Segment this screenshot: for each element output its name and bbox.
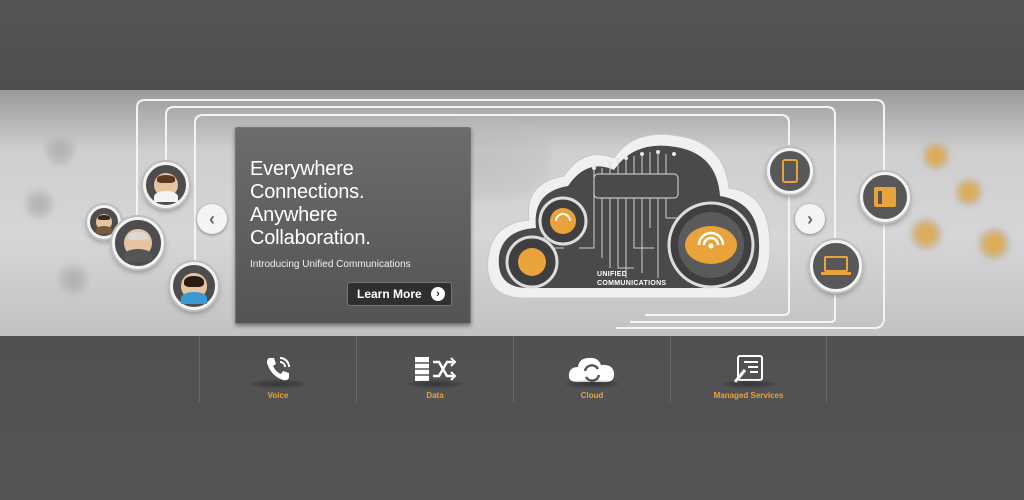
avatar-man-glasses [143,162,189,208]
chevron-right-icon: › [807,208,813,229]
service-data[interactable]: Data [356,336,513,402]
laptop-icon [821,256,851,275]
data-shuffle-icon [408,350,462,388]
hero-banner: ‹ › Everywhere Connections. Anywhere Col… [0,90,1024,336]
managed-services-icon [721,350,776,388]
carousel-next-button[interactable]: › [795,204,825,234]
arrow-right-icon: › [431,287,445,301]
blurred-device [922,142,950,170]
blurred-avatar [25,190,53,218]
blurred-avatar [58,265,88,295]
smartphone-icon [782,159,798,183]
carousel-prev-button[interactable]: ‹ [197,204,227,234]
laptop-node [810,240,862,292]
desk-phone-node [860,172,910,222]
cloud-label: UNIFIED COMMUNICATIONS [597,271,667,287]
chevron-left-icon: ‹ [209,208,215,229]
top-band [0,0,1024,90]
services-nav: Voice Data Cloud Managed Services [199,336,827,402]
service-managed-services[interactable]: Managed Services [670,336,827,402]
promo-panel: Everywhere Connections. Anywhere Collabo… [235,127,471,324]
blurred-device [978,228,1010,260]
cloud-sync-icon [565,350,619,388]
desk-phone-icon [874,187,896,207]
learn-more-button[interactable]: Learn More › [347,282,452,306]
service-voice[interactable]: Voice [199,336,356,402]
mobile-device-node [767,148,813,194]
promo-subhead: Introducing Unified Communications [250,259,411,270]
avatar-older-man [112,217,164,269]
blurred-avatar [45,135,75,165]
promo-headline: Everywhere Connections. Anywhere Collabo… [250,158,371,249]
blurred-device [910,218,942,250]
service-cloud[interactable]: Cloud [513,336,670,402]
avatar-woman [170,262,218,310]
blurred-device [955,178,983,206]
phone-icon [251,350,305,388]
